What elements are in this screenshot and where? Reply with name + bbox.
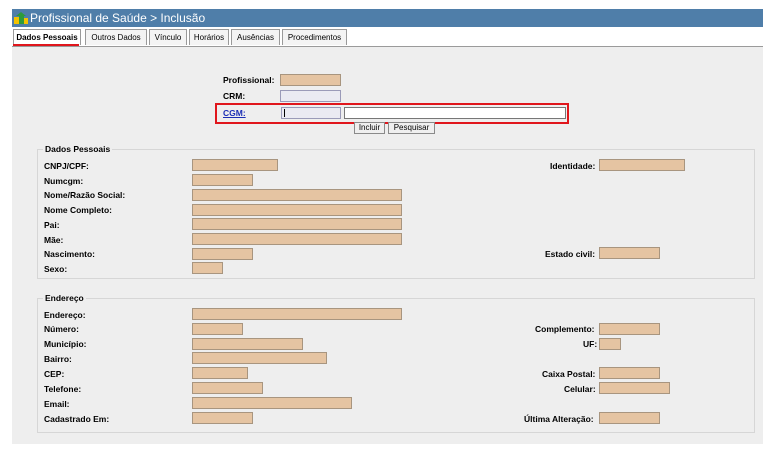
cgm-name-input[interactable] — [344, 107, 566, 119]
telefone-label: Telefone: — [44, 384, 82, 394]
bairro-field — [192, 352, 327, 364]
crm-label: CRM: — [223, 91, 246, 101]
nome-razao-social-label: Nome/Razão Social: — [44, 190, 126, 200]
estado-civil-field — [599, 247, 660, 259]
sexo-field — [192, 262, 223, 274]
bairro-label: Bairro: — [44, 354, 72, 364]
caixa-postal-label: Caixa Postal: — [542, 369, 596, 379]
mae-label: Mãe: — [44, 235, 64, 245]
email-label: Email: — [44, 399, 70, 409]
endereco-legend: Endereço — [43, 292, 86, 304]
numero-label: Número: — [44, 324, 79, 334]
sexo-label: Sexo: — [44, 264, 68, 274]
tab-bar: Dados Pessoais Outros Dados Vínculo Horá… — [12, 28, 763, 46]
nascimento-field — [192, 248, 253, 260]
pai-field — [192, 218, 402, 230]
ultima-alteracao-field — [599, 412, 660, 424]
caixa-postal-field — [599, 367, 660, 379]
endereco-field — [192, 308, 402, 320]
pai-label: Pai: — [44, 220, 60, 230]
municipio-field — [192, 338, 303, 350]
window-titlebar: Profissional de Saúde > Inclusão — [12, 9, 763, 27]
pesquisar-button[interactable]: Pesquisar — [388, 122, 435, 134]
celular-label: Celular: — [564, 384, 596, 394]
endereco-label: Endereço: — [44, 310, 86, 320]
municipio-label: Município: — [44, 339, 87, 349]
tab-ausencias[interactable]: Ausências — [231, 29, 280, 45]
ultima-alteracao-label: Última Alteração: — [524, 414, 594, 424]
uf-field — [599, 338, 621, 350]
window-title: Profissional de Saúde > Inclusão — [30, 11, 206, 25]
cnpj-cpf-label: CNPJ/CPF: — [44, 161, 89, 171]
cep-label: CEP: — [44, 369, 65, 379]
email-field — [192, 397, 352, 409]
numcgm-field — [192, 174, 253, 186]
tab-horarios[interactable]: Horários — [189, 29, 229, 45]
identidade-label: Identidade: — [550, 161, 596, 171]
nascimento-label: Nascimento: — [44, 249, 96, 259]
tab-vinculo[interactable]: Vínculo — [149, 29, 187, 45]
celular-field — [599, 382, 670, 394]
telefone-field — [192, 382, 263, 394]
profissional-label: Profissional: — [223, 75, 275, 85]
identidade-field — [599, 159, 685, 171]
tab-dados-pessoais[interactable]: Dados Pessoais — [13, 29, 81, 45]
nome-completo-field — [192, 204, 402, 216]
health-app-logo-icon — [14, 12, 28, 24]
crm-input[interactable] — [280, 90, 341, 102]
profissional-field — [280, 74, 341, 86]
cgm-code-input[interactable] — [281, 107, 341, 119]
cgm-link[interactable]: CGM: — [223, 107, 246, 119]
nome-razao-social-field — [192, 189, 402, 201]
complemento-label: Complemento: — [535, 324, 595, 334]
mae-field — [192, 233, 402, 245]
cadastrado-em-label: Cadastrado Em: — [44, 414, 110, 424]
uf-label: UF: — [583, 339, 598, 349]
nome-completo-label: Nome Completo: — [44, 205, 112, 215]
text-cursor — [284, 109, 285, 117]
numero-field — [192, 323, 243, 335]
tab-procedimentos[interactable]: Procedimentos — [282, 29, 347, 45]
cnpj-cpf-field — [192, 159, 278, 171]
cadastrado-em-field — [192, 412, 253, 424]
complemento-field — [599, 323, 660, 335]
tab-outros-dados[interactable]: Outros Dados — [85, 29, 147, 45]
estado-civil-label: Estado civil: — [545, 249, 596, 259]
numcgm-label: Numcgm: — [44, 176, 84, 186]
incluir-button[interactable]: Incluir — [354, 122, 385, 134]
dados-pessoais-legend: Dados Pessoais — [43, 143, 113, 155]
cep-field — [192, 367, 248, 379]
